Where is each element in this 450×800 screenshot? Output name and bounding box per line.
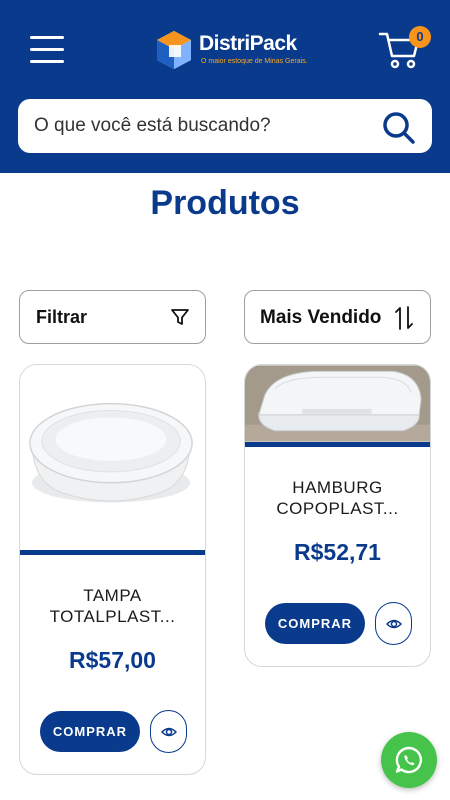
product-price: R$57,00 xyxy=(69,647,156,673)
filter-button[interactable]: Filtrar xyxy=(19,290,206,344)
filter-label: Filtrar xyxy=(36,307,88,327)
sort-label: Mais Vendido xyxy=(260,307,382,328)
product-image[interactable] xyxy=(20,365,205,550)
buy-button[interactable]: COMPRAR xyxy=(40,711,140,752)
quick-view-button[interactable] xyxy=(150,710,187,753)
product-name[interactable]: HAMBURG COPOPLAST... xyxy=(245,477,430,519)
logo-tagline: O maior estoque de Minas Gerais. xyxy=(201,58,308,65)
search-bar xyxy=(18,99,432,153)
search-input[interactable] xyxy=(34,99,374,153)
product-card[interactable]: TAMPA TOTALPLAST... R$57,00 COMPRAR xyxy=(19,364,206,775)
cart-count-badge: 0 xyxy=(409,26,431,48)
eye-icon xyxy=(161,727,177,737)
search-icon[interactable] xyxy=(382,111,416,145)
logo[interactable]: DistriPack O maior estoque de Minas Gera… xyxy=(155,28,315,74)
product-card[interactable]: HAMBURG COPOPLAST... R$52,71 COMPRAR xyxy=(244,364,431,667)
sort-arrows-icon xyxy=(395,306,413,330)
card-divider xyxy=(20,550,205,555)
product-name[interactable]: TAMPA TOTALPLAST... xyxy=(20,585,205,627)
product-image[interactable] xyxy=(245,365,430,442)
hamburger-menu-icon[interactable] xyxy=(30,36,64,64)
card-divider xyxy=(245,442,430,447)
page-title: Produtos xyxy=(150,184,300,222)
logo-mark-icon xyxy=(157,31,191,69)
eye-icon xyxy=(386,619,402,629)
logo-name: DistriPack xyxy=(199,32,297,55)
product-price: R$52,71 xyxy=(294,539,381,565)
whatsapp-icon[interactable] xyxy=(381,732,437,788)
sort-select[interactable]: Mais Vendido xyxy=(244,290,431,344)
quick-view-button[interactable] xyxy=(375,602,412,645)
funnel-icon xyxy=(171,309,189,325)
buy-button[interactable]: COMPRAR xyxy=(265,603,365,644)
app-header: DistriPack O maior estoque de Minas Gera… xyxy=(0,0,450,173)
